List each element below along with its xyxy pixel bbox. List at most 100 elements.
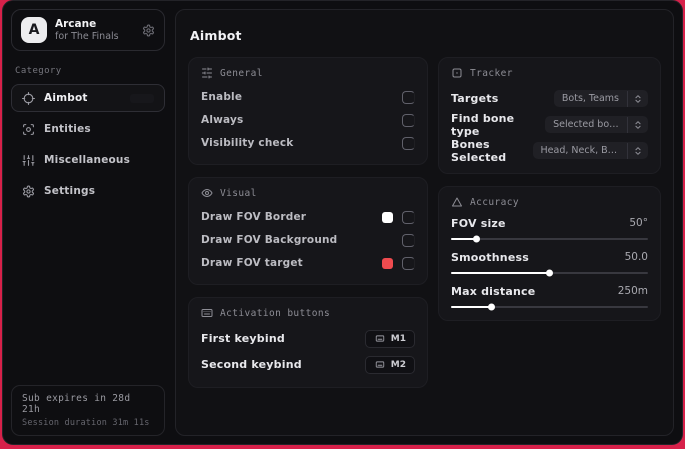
dropdown-value: Head, Neck, Body, Pe... [540, 145, 627, 156]
setting-label: Find bone type [451, 111, 515, 138]
setting-row-visibility-check: Visibility check [201, 132, 415, 154]
max-distance-slider[interactable] [451, 303, 648, 311]
setting-label: Enable [201, 91, 243, 103]
slider-label: FOV size [451, 216, 506, 230]
first-keybind-button[interactable]: M1 [364, 329, 415, 348]
tracker-card: Tracker Targets Bots, Teams Find bone ty… [438, 57, 661, 174]
setting-label: Visibility check [201, 137, 294, 149]
sidebar-item-label: Settings [44, 185, 96, 197]
max-distance-slider-group: Max distance 250m [451, 283, 648, 311]
setting-row-enable: Enable [201, 86, 415, 108]
page-title: Aimbot [190, 28, 242, 43]
session-duration-text: Session duration 31m 11s [22, 418, 150, 428]
fov-target-color-swatch[interactable] [382, 257, 393, 269]
sidebar-item-aimbot[interactable]: Aimbot [11, 84, 165, 112]
slider-label: Max distance [451, 284, 536, 298]
category-label: Category [15, 66, 62, 76]
setting-row-first-keybind: First keybind M1 [201, 326, 415, 351]
general-card-header: General [201, 67, 415, 79]
visibility-check-checkbox[interactable] [402, 136, 415, 150]
sidebar-item-label: Aimbot [44, 92, 88, 104]
visual-card: Visual Draw FOV Border Draw FOV Backgrou… [188, 177, 428, 285]
second-keybind-button[interactable]: M2 [364, 355, 415, 374]
find-bone-type-dropdown[interactable]: Selected bone [545, 116, 648, 133]
setting-label: Draw FOV target [201, 257, 303, 269]
sliders-vertical-icon [22, 154, 35, 166]
slider-thumb[interactable] [545, 269, 553, 277]
brand-card: A Arcane for The Finals [11, 9, 165, 51]
setting-row-second-keybind: Second keybind M2 [201, 352, 415, 377]
app-window: A Arcane for The Finals Category Aimbot … [2, 0, 683, 445]
crosshair-icon [22, 91, 35, 105]
scan-icon [23, 123, 34, 135]
setting-label: Always [201, 114, 244, 126]
general-card: General Enable Always Visibility check [188, 57, 428, 165]
fov-border-color-swatch[interactable] [382, 211, 393, 223]
dropdown-value: Selected bone [553, 119, 622, 130]
card-title: Visual [220, 187, 257, 199]
setting-row-always: Always [201, 109, 415, 131]
gear-icon [143, 24, 154, 36]
eye-icon [201, 189, 213, 197]
slider-label: Smoothness [451, 250, 529, 264]
setting-row-draw-fov-border: Draw FOV Border [201, 206, 415, 228]
app-subtitle: for The Finals [55, 30, 119, 42]
sidebar-nav: Aimbot Entities Miscellaneous Settings [11, 84, 165, 205]
slider-value: 250m [617, 285, 648, 297]
brand-settings-button[interactable] [142, 24, 155, 37]
sidebar-item-miscellaneous[interactable]: Miscellaneous [11, 146, 165, 174]
setting-label: Draw FOV Border [201, 211, 307, 223]
keyboard-icon [201, 309, 213, 317]
accuracy-card: Accuracy FOV size 50° Smoothness 50.0 Ma… [438, 186, 661, 321]
setting-row-draw-fov-background: Draw FOV Background [201, 229, 415, 251]
activation-card-header: Activation buttons [201, 307, 415, 319]
slider-thumb[interactable] [472, 235, 480, 243]
tracker-card-header: Tracker [451, 67, 648, 79]
sidebar: A Arcane for The Finals Category Aimbot … [3, 1, 173, 444]
sidebar-item-settings[interactable]: Settings [11, 177, 165, 205]
card-title: Accuracy [470, 196, 519, 208]
setting-row-bones-selected: Bones Selected Head, Neck, Body, Pe... [451, 137, 648, 164]
sliders-horizontal-icon [202, 67, 212, 79]
smoothness-slider-group: Smoothness 50.0 [451, 249, 648, 277]
sidebar-item-entities[interactable]: Entities [11, 115, 165, 143]
targets-dropdown[interactable]: Bots, Teams [553, 90, 648, 107]
main-panel: Aimbot General Enable Always Visibility … [175, 9, 674, 436]
setting-label: Bones Selected [451, 137, 507, 164]
dropdown-value: Bots, Teams [561, 93, 619, 104]
card-title: Activation buttons [220, 307, 331, 319]
smoothness-slider[interactable] [451, 269, 648, 277]
subscription-card: Sub expires in 28d 21h Session duration … [11, 385, 165, 436]
always-checkbox[interactable] [402, 113, 415, 127]
keyboard-icon [375, 361, 384, 368]
activation-card: Activation buttons First keybind M1 Seco… [188, 297, 428, 388]
slider-thumb[interactable] [488, 303, 496, 311]
keybind-value: M2 [390, 359, 406, 370]
setting-label: Targets [451, 92, 499, 105]
keybind-value: M1 [390, 333, 406, 344]
slider-value: 50° [629, 217, 648, 229]
setting-label: Second keybind [201, 358, 302, 371]
chevrons-up-down-icon [635, 94, 641, 103]
left-column: General Enable Always Visibility check V… [188, 57, 428, 388]
setting-row-targets: Targets Bots, Teams [451, 86, 648, 111]
draw-fov-target-checkbox[interactable] [402, 256, 415, 270]
fov-size-slider[interactable] [451, 235, 648, 243]
keybind-hint-pill [130, 93, 154, 103]
bones-selected-dropdown[interactable]: Head, Neck, Body, Pe... [532, 142, 648, 159]
draw-fov-background-checkbox[interactable] [402, 233, 415, 247]
keyboard-icon [375, 335, 384, 342]
fov-size-slider-group: FOV size 50° [451, 215, 648, 243]
slider-value: 50.0 [624, 251, 648, 263]
app-logo: A [21, 17, 47, 43]
brand-text: Arcane for The Finals [55, 18, 134, 43]
setting-label: Draw FOV Background [201, 234, 338, 246]
triangle-icon [452, 197, 462, 207]
accuracy-card-header: Accuracy [451, 196, 648, 208]
sidebar-item-label: Entities [44, 123, 91, 135]
sub-expiry-text: Sub expires in 28d 21h [22, 393, 131, 415]
enable-checkbox[interactable] [402, 90, 415, 104]
chevrons-up-down-icon [635, 120, 641, 129]
app-name: Arcane [55, 17, 97, 30]
draw-fov-border-checkbox[interactable] [402, 210, 415, 224]
